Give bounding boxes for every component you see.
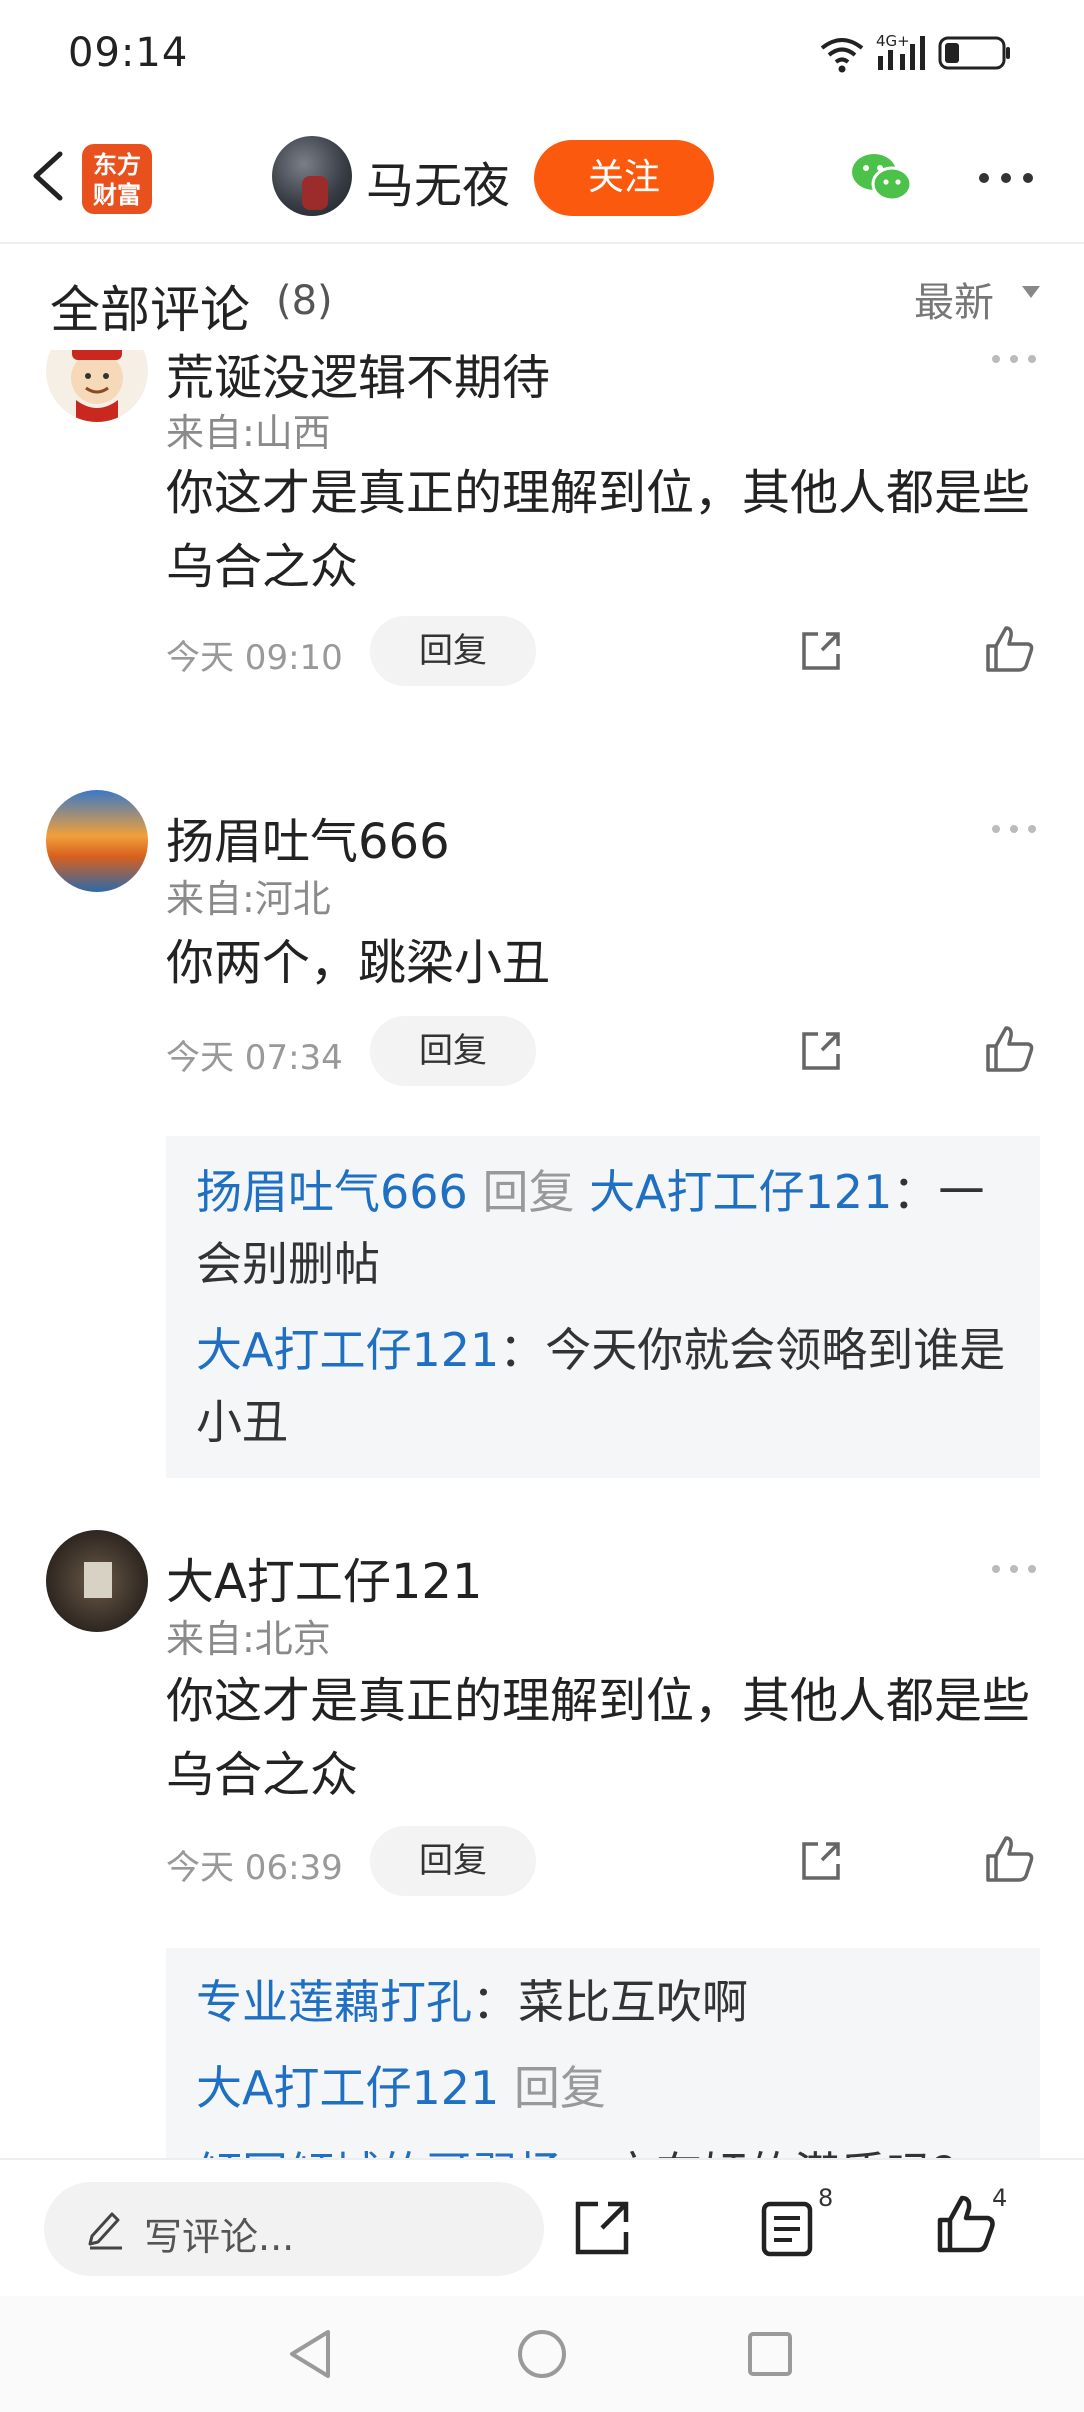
- like-icon[interactable]: [984, 1834, 1036, 1886]
- comment-text[interactable]: 你两个，跳梁小丑: [166, 926, 1046, 1000]
- reply-button[interactable]: 回复: [370, 1016, 536, 1086]
- commenter-name[interactable]: 荒诞没逻辑不期待: [166, 350, 550, 408]
- comment-time: 今天 09:10: [166, 638, 343, 678]
- bottom-comment-bar: 写评论... 8 4: [0, 2158, 1084, 2296]
- share-icon[interactable]: [796, 1026, 846, 1076]
- app-logo-line2: 财富: [93, 181, 141, 209]
- author-avatar[interactable]: [272, 136, 352, 216]
- sort-dropdown[interactable]: 最新: [914, 270, 994, 328]
- like-icon[interactable]: [936, 2194, 998, 2256]
- signal-icon: 4G+: [876, 32, 925, 70]
- wifi-icon: [820, 38, 864, 73]
- comment-item: 荒诞没逻辑不期待 来自:山西 你这才是真正的理解到位，其他人都是些乌合之众 今天…: [0, 350, 1084, 790]
- reply-user[interactable]: 倾国倾城的哥習扬: [196, 2147, 564, 2158]
- comment-list-icon[interactable]: [760, 2200, 816, 2258]
- reply-user[interactable]: 大A打工仔121: [196, 2061, 499, 2115]
- battery-icon: [938, 36, 1010, 70]
- share-icon[interactable]: [796, 1836, 846, 1886]
- comment-list[interactable]: 荒诞没逻辑不期待 来自:山西 你这才是真正的理解到位，其他人都是些乌合之众 今天…: [0, 350, 1084, 2158]
- app-logo-line1: 东方: [93, 151, 141, 179]
- nav-recents-icon[interactable]: [742, 2326, 798, 2382]
- write-comment-input[interactable]: 写评论...: [44, 2182, 544, 2276]
- app-logo[interactable]: 东方 财富: [82, 144, 152, 214]
- status-time: 09:14: [68, 30, 189, 76]
- sort-caret-icon[interactable]: [1022, 286, 1040, 298]
- nav-home-icon[interactable]: [514, 2326, 570, 2382]
- reply-item[interactable]: 倾国倾城的哥習扬：宁有奸的潜质吗？: [196, 2138, 1010, 2158]
- write-comment-placeholder: 写评论...: [144, 2215, 295, 2259]
- reply-user[interactable]: 扬眉吐气666: [196, 1165, 468, 1219]
- reply-text: ：宁有奸的潜质吗？: [564, 2147, 978, 2158]
- top-nav-bar: 东方 财富 马无夜 关注: [0, 112, 1084, 244]
- comment-item: 扬眉吐气666 来自:河北 你两个，跳梁小丑 今天 07:34 回复 扬眉吐气6…: [0, 790, 1084, 1520]
- reply-item[interactable]: 专业莲藕打孔：菜比互吹啊: [196, 1966, 1010, 2038]
- commenter-location: 来自:河北: [166, 877, 331, 921]
- share-icon[interactable]: [572, 2198, 632, 2258]
- commenter-avatar[interactable]: [46, 790, 148, 892]
- like-icon[interactable]: [984, 624, 1036, 676]
- follow-button[interactable]: 关注: [534, 140, 714, 216]
- comments-count: (8): [276, 278, 333, 324]
- share-icon[interactable]: [796, 626, 846, 676]
- nav-back-icon[interactable]: [284, 2326, 340, 2382]
- reply-item[interactable]: 扬眉吐气666 回复 大A打工仔121：一会别删帖: [196, 1156, 1010, 1300]
- commenter-name[interactable]: 大A打工仔121: [166, 1542, 482, 1612]
- reply-button[interactable]: 回复: [370, 1826, 536, 1896]
- reply-text: ：菜比互吹啊: [472, 1975, 748, 2029]
- comment-count-badge: 8: [818, 2184, 834, 2212]
- author-name[interactable]: 马无夜: [366, 146, 510, 216]
- network-label: 4G+: [876, 32, 910, 50]
- reply-verb: 回复: [513, 2061, 606, 2115]
- reply-item[interactable]: 大A打工仔121：今天你就会领略到谁是小丑: [196, 1314, 1010, 1458]
- reply-item[interactable]: 大A打工仔121 回复: [196, 2052, 1010, 2124]
- reply-user[interactable]: 专业莲藕打孔: [196, 1975, 472, 2029]
- reply-user[interactable]: 大A打工仔121: [196, 1323, 499, 1377]
- comment-more-icon[interactable]: [990, 352, 1038, 366]
- commenter-avatar[interactable]: [46, 350, 148, 422]
- reply-verb: 回复: [482, 1165, 575, 1219]
- reply-target-user[interactable]: 大A打工仔121: [589, 1165, 892, 1219]
- caishen-avatar-image: [71, 350, 123, 422]
- commenter-avatar[interactable]: [46, 1530, 148, 1632]
- status-bar: 09:14 4G+: [0, 0, 1084, 112]
- like-icon[interactable]: [984, 1024, 1036, 1076]
- comment-time: 今天 07:34: [166, 1038, 343, 1078]
- system-nav-bar: [0, 2296, 1084, 2412]
- reply-thread[interactable]: 专业莲藕打孔：菜比互吹啊 大A打工仔121 回复 倾国倾城的哥習扬：宁有奸的潜质…: [166, 1948, 1040, 2158]
- commenter-location: 来自:北京: [166, 1617, 331, 1661]
- comment-text[interactable]: 你这才是真正的理解到位，其他人都是些乌合之众: [166, 1664, 1046, 1812]
- comment-time: 今天 06:39: [166, 1848, 343, 1888]
- more-icon[interactable]: [976, 170, 1036, 186]
- comment-item: 大A打工仔121 来自:北京 你这才是真正的理解到位，其他人都是些乌合之众 今天…: [0, 1530, 1084, 2158]
- like-count-badge: 4: [992, 2184, 1008, 2212]
- comments-header: 全部评论 (8) 最新: [0, 246, 1084, 350]
- comments-title: 全部评论: [50, 281, 250, 339]
- wechat-icon[interactable]: [850, 150, 914, 206]
- comment-more-icon[interactable]: [990, 1562, 1038, 1576]
- commenter-name[interactable]: 扬眉吐气666: [166, 802, 450, 872]
- commenter-location: 来自:山西: [166, 411, 331, 455]
- comment-text[interactable]: 你这才是真正的理解到位，其他人都是些乌合之众: [166, 456, 1046, 604]
- reply-button[interactable]: 回复: [370, 616, 536, 686]
- reply-thread[interactable]: 扬眉吐气666 回复 大A打工仔121：一会别删帖 大A打工仔121：今天你就会…: [166, 1136, 1040, 1478]
- back-icon[interactable]: [20, 144, 84, 208]
- comment-more-icon[interactable]: [990, 822, 1038, 836]
- pen-icon: [88, 2212, 122, 2250]
